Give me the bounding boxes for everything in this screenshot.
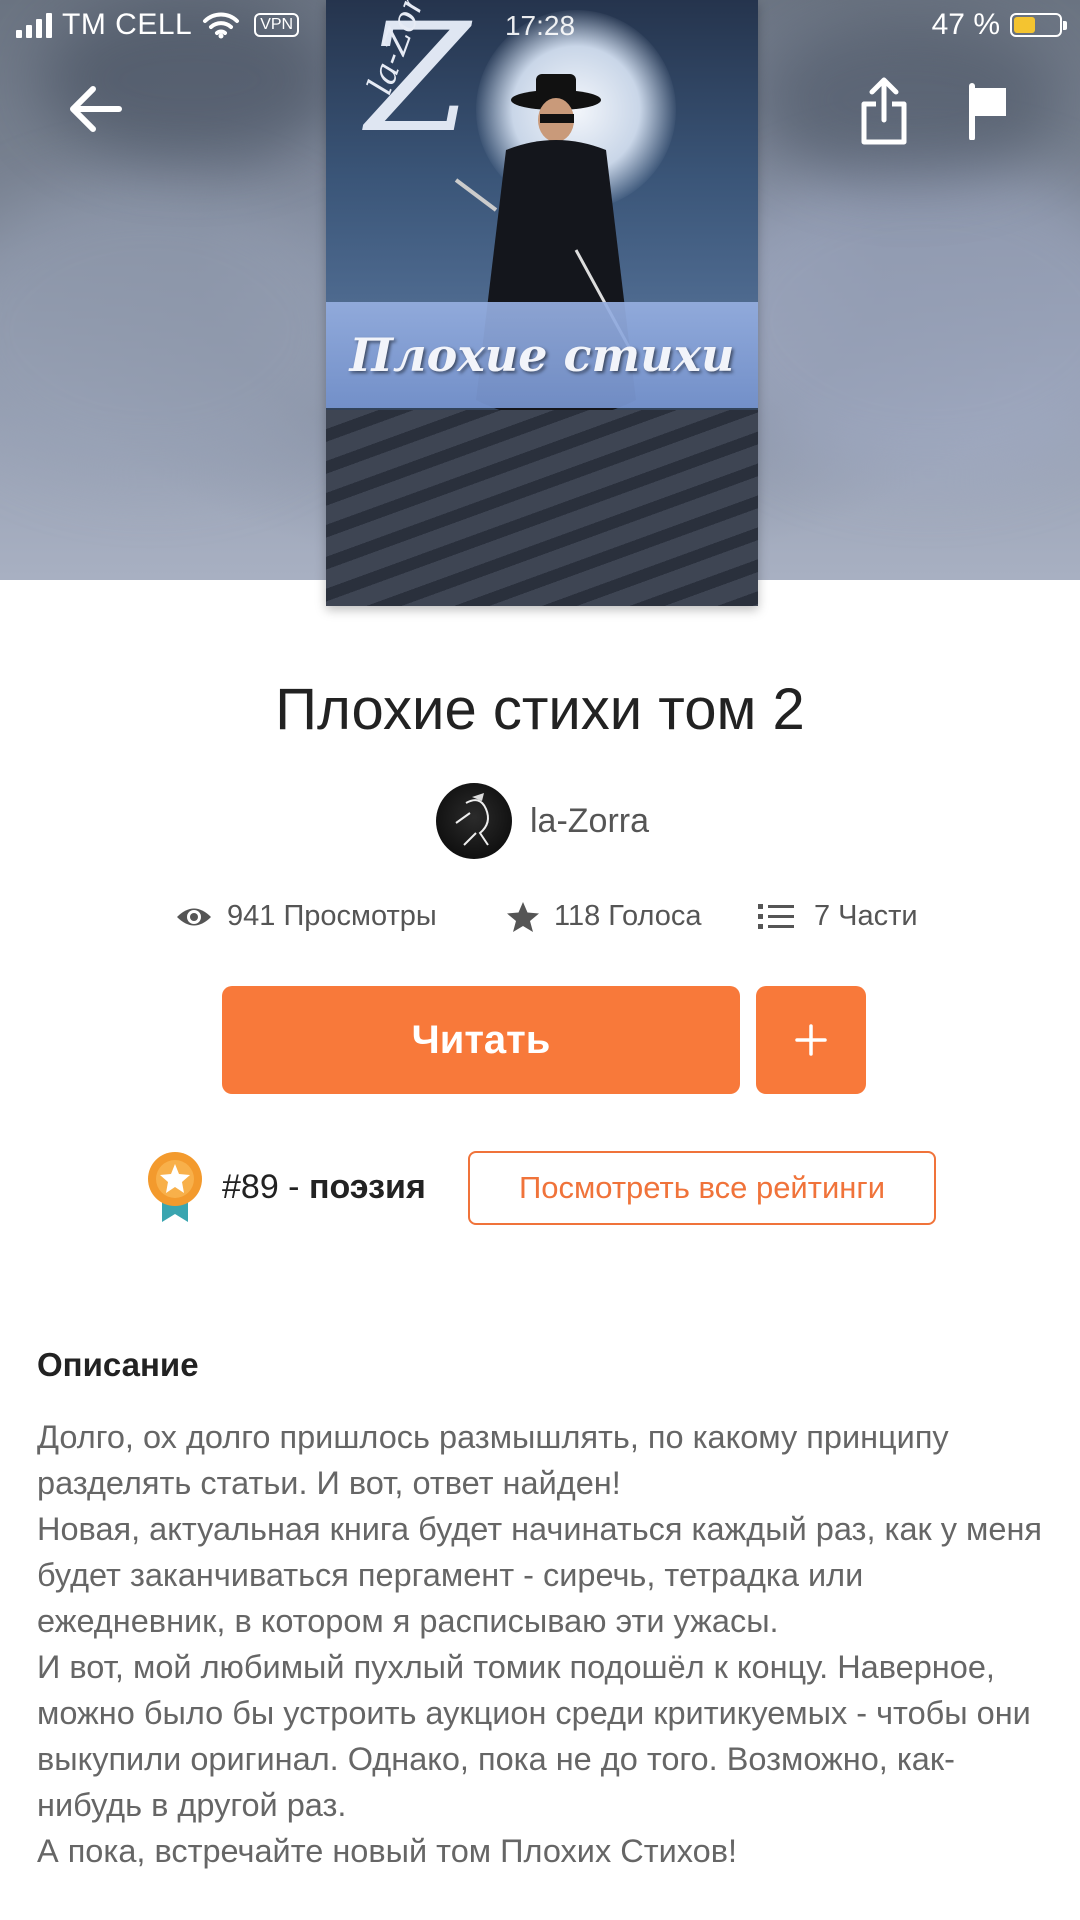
views-count: 941 Просмотры	[227, 900, 437, 932]
flag-icon	[969, 83, 1006, 140]
votes-stat: 118 Голоса	[506, 900, 702, 933]
back-button[interactable]	[60, 78, 130, 140]
votes-count: 118 Голоса	[554, 900, 702, 932]
battery-icon	[1010, 13, 1067, 37]
clock: 17:28	[504, 10, 576, 41]
report-button[interactable]	[960, 78, 1016, 144]
star-icon	[507, 901, 539, 932]
cover-title: Плохие стихи	[349, 328, 735, 382]
description-heading: Описание	[37, 1346, 199, 1383]
author-name[interactable]: la-Zorra	[530, 802, 649, 841]
author-avatar[interactable]	[436, 783, 512, 859]
cover-roof	[326, 410, 758, 606]
view-all-ratings-button[interactable]: Посмотреть все рейтинги	[468, 1151, 936, 1225]
book-cover[interactable]: Z la-Zorra Плохие стихи	[326, 0, 758, 606]
award-ribbon-icon	[148, 1152, 202, 1222]
status-bar: TM CELL VPN 17:28 47 %	[0, 0, 1080, 56]
ranking-category: поэзия	[308, 1167, 426, 1206]
cover-banner: Плохие стихи	[326, 302, 758, 408]
add-to-library-button[interactable]	[756, 986, 866, 1094]
description-text: Долго, ох долго пришлось размышлять, по …	[37, 1419, 1043, 1869]
battery-level	[1014, 17, 1035, 33]
arrow-left-icon	[70, 86, 122, 132]
eye-icon	[177, 908, 211, 925]
share-button[interactable]	[854, 74, 914, 148]
story-title: Плохие стихи том 2	[275, 677, 805, 742]
story-stats: 941 Просмотры 118 Голоса 7 Части	[0, 900, 1080, 944]
avatar-figure-icon	[455, 793, 489, 846]
battery-percent: 47 %	[931, 8, 1000, 41]
ranking-separator: -	[278, 1167, 309, 1206]
parts-count: 7 Части	[814, 900, 918, 932]
ranking-text: #89 - поэзия	[222, 1168, 426, 1207]
list-icon	[758, 903, 794, 929]
share-icon	[861, 77, 907, 145]
plus-icon	[795, 1024, 827, 1056]
ranking-position: #89	[222, 1167, 279, 1206]
read-button[interactable]: Читать	[222, 986, 740, 1094]
parts-stat: 7 Части	[758, 900, 918, 933]
author-link[interactable]: la-Zorra	[436, 782, 649, 860]
views-stat: 941 Просмотры	[175, 900, 437, 933]
ranking-badge[interactable]: #89 - поэзия	[146, 1150, 426, 1224]
